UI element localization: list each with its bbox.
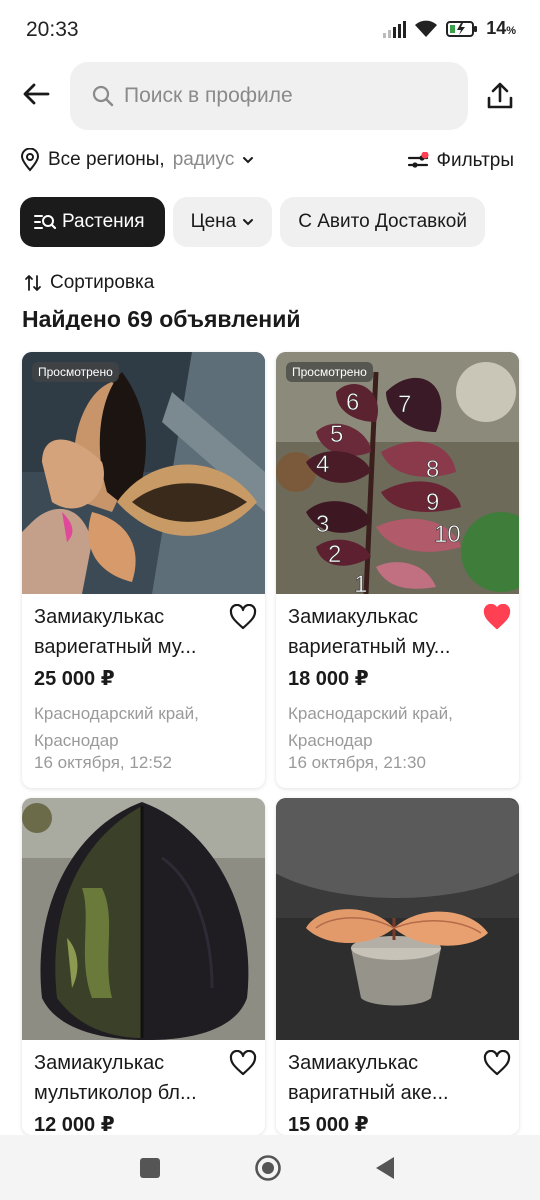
listing-title: Замиакулькас вариегатный му... [288, 602, 484, 662]
listing-location-line: Краснодар [34, 731, 119, 750]
photo-number: 4 [316, 451, 329, 478]
home-icon[interactable] [254, 1154, 282, 1182]
listing-price: 18 000 ₽ [288, 668, 369, 690]
listing-card[interactable]: Замиакулькас мультиколор бл... 12 000 ₽ [22, 798, 265, 1135]
status-bar: 20:33 14% [0, 0, 540, 60]
listing-title: Замиакулькас варигатный аке... [288, 1048, 484, 1108]
back-button[interactable] [18, 76, 54, 112]
listing-card[interactable]: Просмотрено Замиакулькас вариегатный му.… [22, 352, 265, 788]
sort-button[interactable]: Сортировка [24, 272, 154, 294]
photo-number: 8 [426, 456, 439, 483]
back-nav-icon[interactable] [375, 1156, 395, 1180]
listing-photo-image [22, 798, 265, 1040]
wifi-icon [415, 20, 438, 37]
recents-icon[interactable] [139, 1157, 161, 1179]
chip-category[interactable]: Растения [20, 197, 165, 247]
signal-icon [383, 20, 407, 38]
listing-location-line: Краснодар [288, 731, 373, 750]
sort-label: Сортировка [50, 272, 155, 293]
share-icon [487, 82, 513, 109]
listing-title-line: Замиакулькас [288, 1052, 419, 1074]
listing-title: Замиакулькас мультиколор бл... [34, 1048, 230, 1108]
listing-date: 16 октября, 12:52 [34, 753, 172, 772]
location-pin-icon [20, 148, 40, 172]
results-count-label: Найдено 69 объявлений [22, 306, 301, 330]
battery-level: 14% [486, 18, 516, 39]
battery-icon [446, 20, 478, 37]
back-arrow-icon [23, 83, 50, 105]
listing-photo [22, 798, 265, 1040]
viewed-badge: Просмотрено [286, 362, 373, 382]
listing-price: 15 000 ₽ [288, 1114, 369, 1135]
listing-photo-image [22, 352, 265, 594]
listing-photo: 6 7 5 4 8 9 3 10 2 1 Просмотрено [276, 352, 519, 594]
photo-number: 5 [330, 421, 343, 448]
listing-location: Краснодарский край, Краснодар [288, 700, 508, 754]
search-icon [92, 85, 114, 107]
battery-unit: % [506, 25, 516, 37]
listing-title-line: Замиакулькас [34, 606, 165, 628]
listing-photo-image: 6 7 5 4 8 9 3 10 2 1 [276, 352, 519, 594]
chip-delivery-label: С Авито Доставкой [298, 211, 467, 232]
results-count: Найдено 69 объявлений [22, 304, 522, 330]
chip-delivery[interactable]: С Авито Доставкой [280, 197, 485, 247]
listing-photo: Просмотрено [22, 352, 265, 594]
listing-title: Замиакулькас вариегатный му... [34, 602, 230, 662]
search-placeholder: Поиск в профиле [124, 84, 293, 107]
heart-icon[interactable] [483, 1050, 511, 1076]
top-bar: Поиск в профиле [0, 60, 540, 132]
search-input[interactable]: Поиск в профиле [70, 62, 468, 130]
listing-date: 16 октября, 21:30 [288, 753, 426, 772]
battery-value: 14 [486, 18, 507, 38]
chevron-down-icon [243, 157, 254, 164]
listing-title-line: вариегатный му... [34, 636, 197, 658]
listing-title-line: мультиколор бл... [34, 1082, 197, 1104]
chip-category-label: Растения [62, 211, 145, 232]
share-button[interactable] [480, 76, 520, 116]
listing-price: 25 000 ₽ [34, 668, 115, 690]
listing-price: 12 000 ₽ [34, 1114, 115, 1135]
chip-price-label: Цена [190, 211, 237, 232]
heart-icon[interactable] [483, 604, 511, 630]
heart-icon[interactable] [229, 604, 257, 630]
listing-title-line: Замиакулькас [34, 1052, 165, 1074]
region-radius: радиус [172, 149, 235, 170]
listing-location: Краснодарский край, Краснодар [34, 700, 254, 754]
region-selector[interactable]: Все регионы, радиус [20, 148, 254, 172]
region-label: Все регионы, [48, 149, 165, 170]
photo-number: 9 [426, 489, 439, 516]
filters-icon [407, 152, 429, 168]
chip-price[interactable]: Цена [172, 197, 273, 247]
filters-label: Фильтры [436, 150, 514, 171]
listing-photo-image [276, 798, 519, 1040]
heart-icon[interactable] [229, 1050, 257, 1076]
listing-card[interactable]: 6 7 5 4 8 9 3 10 2 1 Просмотрено Замиаку… [276, 352, 519, 788]
status-icons: 14% [383, 18, 516, 39]
viewed-badge: Просмотрено [32, 362, 119, 382]
status-time: 20:33 [26, 18, 79, 41]
photo-number: 7 [398, 391, 411, 418]
listing-title-line: вариегатный му... [288, 636, 451, 658]
listing-title-line: Замиакулькас [288, 606, 419, 628]
listing-location-line: Краснодарский край, [34, 704, 199, 723]
catalog-search-icon [34, 215, 56, 230]
photo-number: 1 [354, 571, 367, 594]
listing-photo [276, 798, 519, 1040]
listing-location-line: Краснодарский край, [288, 704, 453, 723]
system-nav-bar [0, 1135, 540, 1200]
chevron-down-icon [243, 219, 254, 226]
sort-icon [25, 275, 41, 291]
listing-card[interactable]: Замиакулькас варигатный аке... 15 000 ₽ [276, 798, 519, 1135]
listing-title-line: варигатный аке... [288, 1082, 449, 1104]
filters-button[interactable]: Фильтры [407, 150, 514, 172]
filter-chips: Растения Цена С Авито Доставкой [20, 197, 485, 247]
photo-number: 3 [316, 511, 329, 538]
photo-number: 10 [434, 521, 461, 548]
photo-number: 2 [328, 541, 341, 568]
photo-number: 6 [346, 389, 359, 416]
